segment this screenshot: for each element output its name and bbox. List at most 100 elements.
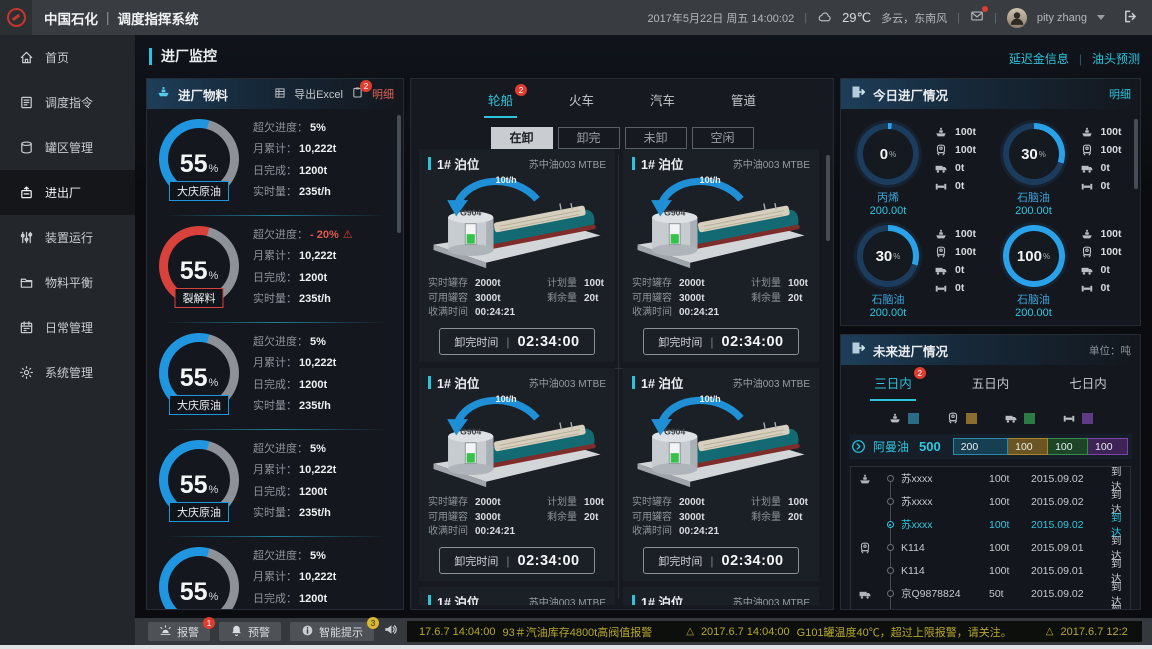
material-stat-row: 日完成：1200t xyxy=(253,590,336,606)
sliders-icon xyxy=(19,230,34,245)
sidebar-item-inout[interactable]: 进出厂 xyxy=(0,170,135,215)
unread-dot xyxy=(982,6,988,12)
gear-icon xyxy=(19,365,34,380)
page-title: 进厂监控 xyxy=(149,46,217,66)
arrival-amount: 100t xyxy=(989,496,1031,508)
stat-label: 日完成： xyxy=(253,272,297,284)
future-summary-row[interactable]: 阿曼油500200100100100 xyxy=(849,434,1132,459)
avatar[interactable] xyxy=(1007,8,1027,28)
filter-卸完[interactable]: 卸完 xyxy=(558,127,620,149)
truck-icon xyxy=(1080,161,1094,175)
gauge-percent-unit: % xyxy=(889,150,896,159)
arrival-row[interactable]: 苏xxxx100t2015.09.02到达 xyxy=(851,513,1130,536)
ship-icon xyxy=(934,227,948,241)
user-name[interactable]: pity zhang xyxy=(1037,12,1087,24)
stat-label: 收满时间 xyxy=(428,307,468,318)
filter-在卸[interactable]: 在卸 xyxy=(491,127,553,149)
tab-火车[interactable]: 火车 xyxy=(565,90,598,118)
arrival-row[interactable]: 京Q987882450t2015.09.02到达 xyxy=(851,605,1130,610)
timeline-dot xyxy=(887,521,894,528)
train-icon xyxy=(946,411,960,425)
stat-label: 可用罐容 xyxy=(632,512,672,523)
legend-color-swatch xyxy=(966,413,977,424)
sidebar-item-gear[interactable]: 系统管理 xyxy=(0,350,135,395)
smart-tip-button[interactable]: 智能提示 3 xyxy=(290,622,374,641)
tab-badge: 2 xyxy=(515,84,527,96)
stat-value: 5% xyxy=(310,443,326,455)
transport-stat-value: 100t xyxy=(1101,126,1122,138)
unload-finish-time-button[interactable]: 卸完时间|02:34:00 xyxy=(643,328,799,355)
arrival-status: 到达 xyxy=(1111,602,1130,611)
export-excel-button[interactable]: 导出Excel xyxy=(294,86,343,102)
berth-title: 1# 泊位 xyxy=(437,592,479,605)
stat-value: 100t xyxy=(788,497,808,508)
sidebar-item-sliders[interactable]: 装置运行 xyxy=(0,215,135,260)
enter-icon xyxy=(850,84,866,100)
gauge-material-name: 石脑油 xyxy=(872,291,905,307)
sidebar-item-doc[interactable]: 调度指令 xyxy=(0,80,135,125)
stat-label: 月累计： xyxy=(253,250,297,262)
truck-icon xyxy=(934,263,948,277)
transport-stat-row: 100t xyxy=(934,245,976,259)
alarm-button[interactable]: 报警 1 xyxy=(148,622,210,641)
tab-轮船[interactable]: 轮船2 xyxy=(484,90,517,118)
arrival-row[interactable]: 苏xxxx100t2015.09.02到达 xyxy=(851,490,1130,513)
stat-value: 235t/h xyxy=(299,400,331,412)
stat-label: 超欠进度： xyxy=(253,122,308,134)
transport-stat-value: 0t xyxy=(1101,180,1110,192)
filter-空闲[interactable]: 空闲 xyxy=(692,127,754,149)
today-scrollbar[interactable] xyxy=(1134,119,1138,189)
sidebar-item-tank[interactable]: 罐区管理 xyxy=(0,125,135,170)
transport-stat-value: 0t xyxy=(1101,162,1110,174)
stat-value: 20t xyxy=(584,512,598,523)
sidebar-item-calendar[interactable]: 日常管理 xyxy=(0,305,135,350)
speaker-icon xyxy=(383,622,398,637)
logout-button[interactable] xyxy=(1123,9,1138,27)
oil-head-forecast-link[interactable]: 油头预测 xyxy=(1092,50,1140,67)
tab-七日内[interactable]: 七日内 xyxy=(1065,373,1111,401)
warning-button[interactable]: 预警 xyxy=(219,622,281,641)
finish-time-value: 02:34:00 xyxy=(518,553,580,569)
berth-vessel-name: 苏中油003 MTBE xyxy=(733,156,810,171)
today-detail-link[interactable]: 明细 xyxy=(1109,86,1131,102)
stat-label: 实时罐存 xyxy=(428,278,468,289)
tab-汽车[interactable]: 汽车 xyxy=(646,90,679,118)
sidebar-item-folder[interactable]: 物料平衡 xyxy=(0,260,135,305)
incoming-materials-panel: 进厂物料 导出Excel 2 明细 55%大庆原油超欠进度：5%月累计：10,2… xyxy=(146,78,404,610)
alarm-icon xyxy=(159,624,172,637)
berth-stat-row: 收满时间00:24:21 xyxy=(632,306,810,321)
unload-finish-time-button[interactable]: 卸完时间|02:34:00 xyxy=(439,547,595,574)
tab-五日内[interactable]: 五日内 xyxy=(968,373,1014,401)
chevron-down-icon[interactable] xyxy=(1097,15,1105,20)
transport-stat-value: 0t xyxy=(1101,264,1110,276)
unload-finish-time-button[interactable]: 卸完时间|02:34:00 xyxy=(439,328,595,355)
center-scrollbar[interactable] xyxy=(826,155,830,241)
alarm-badge: 1 xyxy=(203,617,215,629)
arrival-row[interactable]: 苏xxxx100t2015.09.02到达 xyxy=(851,467,1130,490)
arrival-row[interactable]: K114100t2015.09.01到达 xyxy=(851,536,1130,559)
materials-scrollbar[interactable] xyxy=(397,115,401,233)
filter-未卸[interactable]: 未卸 xyxy=(625,127,687,149)
tab-三日内[interactable]: 三日内2 xyxy=(870,373,916,401)
transport-stat-row: 100t xyxy=(1080,245,1122,259)
unload-finish-time-button[interactable]: 卸完时间|02:34:00 xyxy=(643,547,799,574)
speaker-toggle[interactable] xyxy=(383,622,398,642)
stat-label: 可用罐容 xyxy=(632,293,672,304)
sidebar-item-label: 装置运行 xyxy=(45,229,93,246)
material-card: 55%裂解料超欠进度：- 20%⚠月累计：10,222t日完成：1200t实时量… xyxy=(147,216,403,322)
stat-value: 1200t xyxy=(299,379,327,391)
alarm-lamp-icon: ⚠ xyxy=(343,229,353,241)
materials-detail-link[interactable]: 明细 xyxy=(372,86,394,102)
finish-time-separator: | xyxy=(506,335,509,349)
tab-管道[interactable]: 管道 xyxy=(727,90,760,118)
materials-notice-button[interactable]: 2 xyxy=(351,86,364,102)
gauge-center: 0% xyxy=(863,129,913,179)
sidebar-item-home[interactable]: 首页 xyxy=(0,35,135,80)
stat-value: 00:24:21 xyxy=(679,307,719,318)
arrival-row[interactable]: K114100t2015.09.01到达 xyxy=(851,559,1130,582)
delay-fee-link[interactable]: 延迟金信息 xyxy=(1009,50,1069,67)
messages-button[interactable] xyxy=(970,9,984,26)
sidebar-item-label: 调度指令 xyxy=(45,94,93,111)
arrival-row[interactable]: 京Q987882450t2015.09.02到达 xyxy=(851,582,1130,605)
material-name-chip: 大庆原油 xyxy=(169,395,229,415)
